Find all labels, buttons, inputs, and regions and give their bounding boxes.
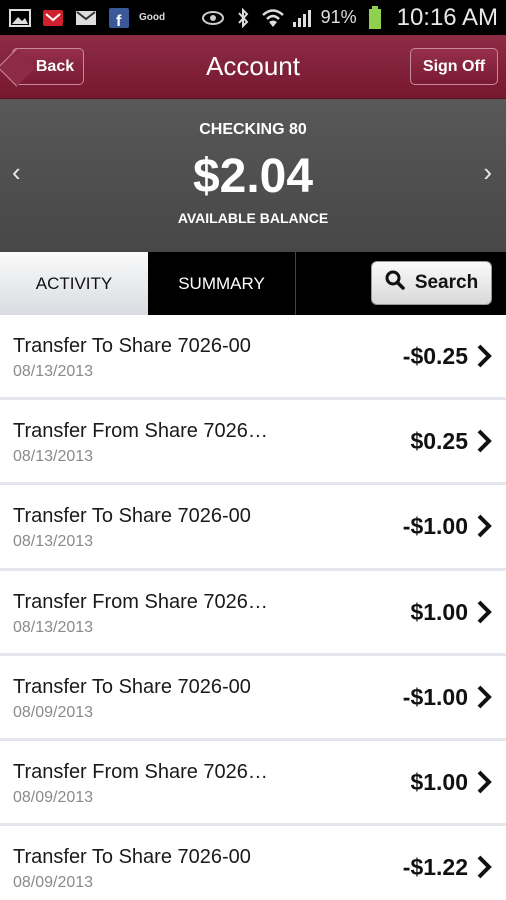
transaction-date: 08/13/2013 xyxy=(13,533,94,551)
available-balance-label: AVAILABLE BALANCE xyxy=(177,210,329,226)
available-balance-amount: $2.04 xyxy=(192,150,314,203)
transaction-row[interactable]: Transfer From Share 7026… 08/13/2013 $0.25 xyxy=(0,400,506,486)
transaction-title: Transfer From Share 7026… xyxy=(13,420,268,443)
transaction-row[interactable]: Transfer To Share 7026-00 08/13/2013 -$0.2… xyxy=(0,315,506,401)
transaction-list: Transfer To Share 7026-00 08/13/2013 -$0.2… xyxy=(0,315,506,900)
transaction-amount: -$0.25 xyxy=(402,343,468,369)
search-button[interactable]: Search xyxy=(371,261,492,305)
bluetooth-icon xyxy=(231,7,255,29)
chevron-right-icon xyxy=(474,599,494,625)
transaction-date: 08/13/2013 xyxy=(13,448,94,466)
search-label: Search xyxy=(414,272,479,293)
page-title: Account xyxy=(206,51,300,81)
transaction-row[interactable]: Transfer To Share 7026-00 08/13/2013 -$1.0… xyxy=(0,485,506,571)
svg-text:f: f xyxy=(116,13,122,29)
transaction-date: 08/13/2013 xyxy=(13,618,94,636)
facebook-icon: f xyxy=(107,7,131,29)
mail-red-icon xyxy=(41,7,65,29)
gmail-icon xyxy=(74,7,98,29)
search-icon xyxy=(385,270,405,296)
transaction-title: Transfer To Share 7026-00 xyxy=(13,846,251,869)
battery-icon xyxy=(363,5,387,29)
eye-icon xyxy=(201,7,225,29)
account-balance-panel: ‹ CHECKING 80 $2.04 AVAILABLE BALANCE › xyxy=(0,99,506,252)
transaction-amount: -$1.00 xyxy=(402,683,468,710)
transaction-title: Transfer To Share 7026-00 xyxy=(13,505,251,528)
transaction-amount: $1.00 xyxy=(410,598,468,625)
transaction-amount: $0.25 xyxy=(410,428,468,455)
transaction-title: Transfer To Share 7026-00 xyxy=(13,675,251,698)
back-button[interactable]: Back xyxy=(12,48,84,85)
wifi-icon xyxy=(261,7,285,29)
transaction-row[interactable]: Transfer To Share 7026-00 08/09/2013 -$1.0… xyxy=(0,655,506,741)
back-button-label: Back xyxy=(35,57,75,75)
signal-icon xyxy=(291,7,315,29)
transaction-title: Transfer From Share 7026… xyxy=(13,760,268,783)
status-bar: f Good 91% 10:16 AM xyxy=(0,0,506,35)
transaction-date: 08/13/2013 xyxy=(13,363,94,380)
transaction-date: 08/09/2013 xyxy=(13,788,94,806)
chevron-right-icon xyxy=(474,428,494,454)
transaction-row[interactable]: Transfer From Share 7026… 08/09/2013 $1.00 xyxy=(0,740,506,827)
chevron-right-icon xyxy=(474,769,494,795)
transaction-row[interactable]: Transfer From Share 7026… 08/13/2013 $1.00 xyxy=(0,570,506,656)
tab-summary[interactable]: SUMMARY xyxy=(148,252,296,315)
account-name: CHECKING 80 xyxy=(199,121,307,138)
tab-bar: ACTIVITY SUMMARY Search xyxy=(0,252,506,315)
sign-off-button[interactable]: Sign Off xyxy=(410,48,498,85)
transaction-date: 08/09/2013 xyxy=(13,874,94,892)
tab-activity[interactable]: ACTIVITY xyxy=(0,252,148,315)
chevron-right-icon xyxy=(474,684,494,710)
transaction-title: Transfer To Share 7026-00 xyxy=(13,335,251,357)
next-account-arrow-icon[interactable]: › xyxy=(483,157,492,188)
chevron-right-icon xyxy=(474,854,494,880)
app-header: Back Account Sign Off xyxy=(0,35,506,99)
transaction-amount: -$1.00 xyxy=(402,513,468,540)
transaction-amount: -$1.22 xyxy=(402,854,468,881)
good-icon: Good xyxy=(138,11,166,23)
gallery-icon xyxy=(8,7,32,29)
transaction-row[interactable]: Transfer To Share 7026-00 08/09/2013 -$1.2… xyxy=(0,826,506,900)
clock: 10:16 AM xyxy=(396,3,498,31)
battery-percent: 91% xyxy=(320,7,357,27)
chevron-right-icon xyxy=(474,513,494,539)
transaction-date: 08/09/2013 xyxy=(13,703,94,721)
transaction-title: Transfer From Share 7026… xyxy=(13,590,268,613)
chevron-right-icon xyxy=(474,343,494,369)
sign-off-label: Sign Off xyxy=(422,57,486,75)
transaction-amount: $1.00 xyxy=(410,768,468,795)
